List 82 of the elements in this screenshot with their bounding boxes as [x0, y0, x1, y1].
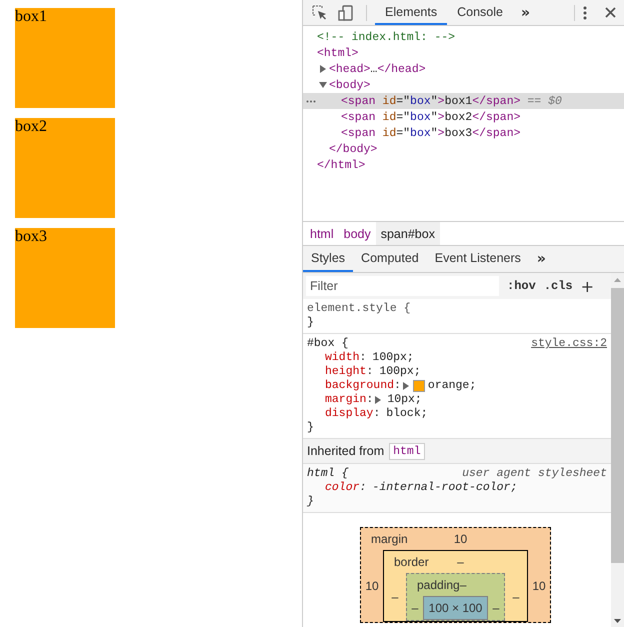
source-label: user agent stylesheet: [462, 467, 607, 481]
rule-selector: #box {: [307, 337, 348, 351]
dom-node-text: </body>: [329, 142, 378, 156]
expanded-triangle-icon[interactable]: [319, 81, 327, 89]
property-name: display:: [325, 407, 380, 421]
inherited-label: Inherited from: [307, 444, 384, 458]
dom-tree-row[interactable]: <html>: [303, 45, 624, 61]
inspect-icon[interactable]: [312, 4, 328, 20]
box-model-value: 10: [454, 532, 468, 546]
panel-tab[interactable]: Elements: [375, 0, 448, 25]
dom-tree-row[interactable]: </body>: [303, 141, 624, 157]
dom-tree-row[interactable]: <body>: [303, 77, 624, 93]
breadcrumb[interactable]: body: [338, 222, 376, 245]
sidebar-tab[interactable]: Event Listeners: [426, 246, 529, 272]
more-tabs-button[interactable]: »: [512, 4, 538, 20]
rule-selector: element.style {: [307, 302, 411, 316]
dom-tree-row[interactable]: <span id="box">box1</span> == $0: [303, 93, 624, 109]
dom-node-text: <head>…</head>: [329, 62, 426, 76]
property-name: width:: [325, 351, 366, 365]
dom-tree-row[interactable]: <!-- index.html: -->: [303, 29, 624, 45]
box-model-value: 10: [531, 579, 547, 593]
dom-node-text: <span id="box">box1</span> == $0: [341, 94, 562, 108]
box-model-value: –: [390, 590, 400, 604]
dom-node-text: <html>: [317, 46, 358, 60]
menu-icon[interactable]: [583, 6, 587, 20]
dom-node-text: <span id="box">box3</span>: [341, 126, 520, 140]
property-name: color:: [325, 481, 366, 495]
property-value: 10px;: [387, 393, 422, 407]
scrollbar-thumb[interactable]: [611, 288, 624, 563]
filter-field[interactable]: Filter: [306, 276, 499, 296]
scroll-down-icon[interactable]: [614, 619, 621, 623]
inherited-element-link[interactable]: html: [389, 442, 425, 460]
box-label: box2: [15, 118, 47, 135]
property-value: -internal-root-color;: [372, 481, 518, 495]
scrollbar[interactable]: [611, 273, 624, 627]
box-model-label: margin: [371, 532, 408, 546]
sidebar-tab[interactable]: Computed: [353, 246, 427, 272]
property-name: margin:: [325, 393, 374, 407]
panel-tab[interactable]: Console: [447, 0, 513, 25]
breadcrumb[interactable]: span#box: [376, 222, 440, 245]
box-model-value: –: [492, 601, 500, 615]
rule-selector: html {: [307, 467, 348, 481]
box-model-value: –: [512, 590, 520, 604]
rule-close-brace: }: [307, 495, 314, 508]
dom-tree-row[interactable]: <head>…</head>: [303, 61, 624, 77]
new-rule-button[interactable]: +: [580, 276, 594, 296]
dom-node-text: <!-- index.html: -->: [317, 30, 456, 44]
property-name: height:: [325, 365, 374, 379]
hover-state-button[interactable]: :hov: [507, 279, 536, 293]
collapsed-triangle-icon[interactable]: [319, 65, 327, 73]
device-icon[interactable]: [338, 4, 354, 20]
rule-close-brace: }: [307, 316, 314, 329]
dom-node-text: </html>: [317, 158, 366, 172]
more-tabs-button[interactable]: »: [528, 246, 554, 272]
dom-node-text: <span id="box">box2</span>: [341, 110, 520, 124]
source-link[interactable]: style.css:2: [531, 337, 607, 351]
content-box: 100 × 100: [423, 596, 488, 620]
box-model-value: 10: [364, 579, 380, 593]
color-swatch[interactable]: [412, 380, 425, 392]
breadcrumb[interactable]: html: [305, 222, 339, 245]
more-icon[interactable]: [306, 100, 316, 103]
box-model-value: –: [457, 555, 464, 569]
property-value: 100px;: [379, 365, 421, 379]
box-label: box1: [15, 8, 47, 25]
box-label: box3: [15, 228, 47, 245]
property-value: 100px;: [372, 351, 414, 365]
class-button[interactable]: .cls: [544, 279, 573, 293]
close-icon[interactable]: [605, 7, 616, 18]
dom-tree-row[interactable]: </html>: [303, 157, 624, 173]
dom-tree-row[interactable]: <span id="box">box2</span>: [303, 109, 624, 125]
expand-triangle-icon[interactable]: [402, 382, 409, 390]
property-name: background:: [325, 379, 401, 393]
expand-triangle-icon[interactable]: [375, 396, 382, 404]
box-model-value: –: [410, 601, 420, 615]
box-model-value: –: [460, 578, 466, 592]
rule-close-brace: }: [307, 421, 314, 434]
property-value: block;: [386, 407, 428, 421]
dom-node-text: <body>: [329, 78, 370, 92]
dom-tree-row[interactable]: <span id="box">box3</span>: [303, 125, 624, 141]
property-value: orange;: [428, 379, 476, 393]
box-model-label: border: [394, 555, 429, 569]
box-model-label: padding: [417, 578, 460, 592]
